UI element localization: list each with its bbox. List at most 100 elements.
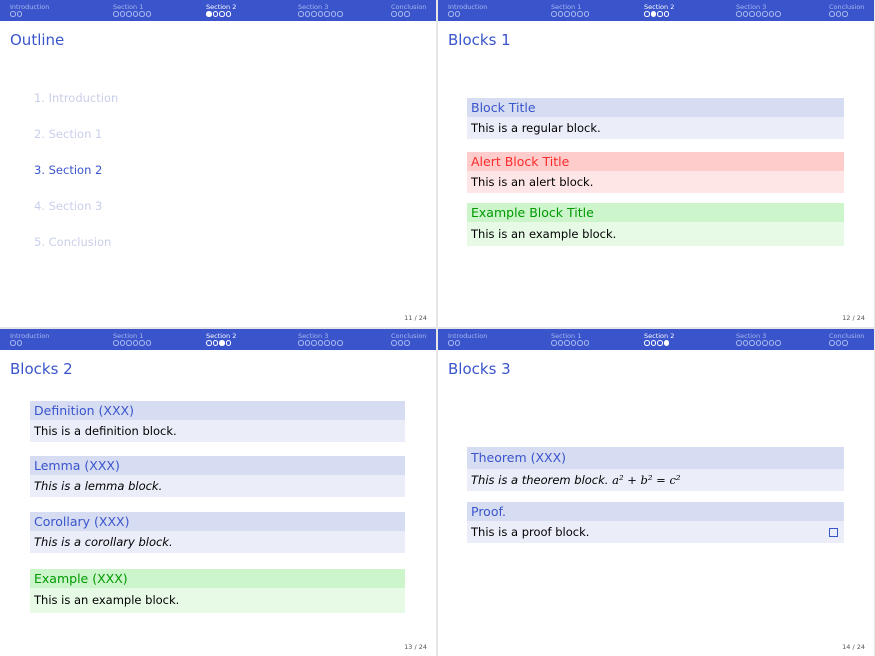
nav-frame-dot[interactable] [219,340,225,346]
nav-frame-dot[interactable] [324,11,330,17]
nav-section-section-3[interactable]: Section 3 [736,3,781,17]
outline-item[interactable]: 1. Introduction [34,91,118,127]
nav-frame-dot[interactable] [842,340,848,346]
nav-frame-dot[interactable] [16,11,22,17]
nav-frame-dot[interactable] [557,340,563,346]
nav-frame-dot[interactable] [113,340,119,346]
nav-section-section-3[interactable]: Section 3 [298,332,343,346]
nav-frame-dot[interactable] [829,340,835,346]
nav-section-introduction[interactable]: Introduction [448,332,487,346]
nav-section-conclusion[interactable]: Conclusion [391,3,426,17]
nav-frame-dot[interactable] [10,340,16,346]
nav-frame-dot[interactable] [126,340,132,346]
nav-frame-dot[interactable] [132,340,138,346]
nav-frame-dot[interactable] [113,11,119,17]
nav-frame-dot[interactable] [762,11,768,17]
nav-frame-dot[interactable] [551,340,557,346]
nav-frame-dot[interactable] [557,11,563,17]
nav-frame-dot[interactable] [650,11,656,17]
nav-frame-dot[interactable] [762,340,768,346]
nav-frame-dot[interactable] [317,11,323,17]
nav-section-section-1[interactable]: Section 1 [113,3,151,17]
nav-frame-dot[interactable] [551,11,557,17]
nav-frame-dot[interactable] [304,11,310,17]
nav-section-conclusion[interactable]: Conclusion [829,332,864,346]
nav-frame-dot[interactable] [583,340,589,346]
nav-frame-dot[interactable] [454,11,460,17]
nav-frame-dot[interactable] [742,11,748,17]
nav-frame-dot[interactable] [145,340,151,346]
nav-frame-dot[interactable] [775,11,781,17]
nav-frame-dot[interactable] [644,340,650,346]
outline-item[interactable]: 2. Section 1 [34,127,118,163]
nav-frame-dot[interactable] [132,11,138,17]
nav-frame-dot[interactable] [225,11,231,17]
nav-frame-dot[interactable] [749,11,755,17]
nav-frame-dot[interactable] [397,340,403,346]
nav-section-section-2[interactable]: Section 2 [206,332,236,346]
nav-frame-dot[interactable] [454,340,460,346]
nav-frame-dot[interactable] [650,340,656,346]
nav-section-section-2[interactable]: Section 2 [644,3,674,17]
nav-frame-dot[interactable] [448,340,454,346]
nav-frame-dot[interactable] [768,11,774,17]
nav-frame-dot[interactable] [829,11,835,17]
nav-frame-dot[interactable] [330,11,336,17]
nav-frame-dot[interactable] [644,11,650,17]
nav-frame-dot[interactable] [448,11,454,17]
nav-frame-dot[interactable] [206,11,212,17]
nav-frame-dot[interactable] [570,11,576,17]
nav-frame-dot[interactable] [337,11,343,17]
nav-frame-dot[interactable] [755,11,761,17]
nav-frame-dot[interactable] [206,340,212,346]
nav-frame-dot[interactable] [298,340,304,346]
nav-frame-dot[interactable] [119,340,125,346]
nav-section-section-1[interactable]: Section 1 [113,332,151,346]
nav-section-conclusion[interactable]: Conclusion [391,332,426,346]
nav-frame-dot[interactable] [304,340,310,346]
nav-frame-dot[interactable] [577,340,583,346]
nav-frame-dot[interactable] [145,11,151,17]
nav-frame-dot[interactable] [775,340,781,346]
nav-frame-dot[interactable] [663,11,669,17]
nav-frame-dot[interactable] [212,11,218,17]
nav-section-section-3[interactable]: Section 3 [298,3,343,17]
nav-frame-dot[interactable] [311,340,317,346]
nav-frame-dot[interactable] [404,340,410,346]
nav-frame-dot[interactable] [577,11,583,17]
nav-section-introduction[interactable]: Introduction [448,3,487,17]
nav-frame-dot[interactable] [749,340,755,346]
nav-frame-dot[interactable] [768,340,774,346]
nav-frame-dot[interactable] [337,340,343,346]
nav-frame-dot[interactable] [330,340,336,346]
nav-frame-dot[interactable] [564,11,570,17]
outline-item[interactable]: 5. Conclusion [34,235,118,271]
outline-item[interactable]: 4. Section 3 [34,199,118,235]
nav-frame-dot[interactable] [298,11,304,17]
nav-frame-dot[interactable] [842,11,848,17]
nav-frame-dot[interactable] [755,340,761,346]
nav-section-conclusion[interactable]: Conclusion [829,3,864,17]
nav-frame-dot[interactable] [317,340,323,346]
nav-section-section-3[interactable]: Section 3 [736,332,781,346]
nav-frame-dot[interactable] [324,340,330,346]
nav-frame-dot[interactable] [16,340,22,346]
nav-section-section-1[interactable]: Section 1 [551,332,589,346]
nav-section-section-1[interactable]: Section 1 [551,3,589,17]
nav-frame-dot[interactable] [736,340,742,346]
nav-frame-dot[interactable] [10,11,16,17]
nav-frame-dot[interactable] [126,11,132,17]
nav-frame-dot[interactable] [657,340,663,346]
nav-section-introduction[interactable]: Introduction [10,332,49,346]
nav-frame-dot[interactable] [391,11,397,17]
nav-frame-dot[interactable] [311,11,317,17]
nav-section-section-2[interactable]: Section 2 [206,3,236,17]
nav-frame-dot[interactable] [219,11,225,17]
nav-section-section-2[interactable]: Section 2 [644,332,674,346]
nav-frame-dot[interactable] [119,11,125,17]
nav-frame-dot[interactable] [835,340,841,346]
nav-frame-dot[interactable] [212,340,218,346]
nav-frame-dot[interactable] [139,11,145,17]
nav-frame-dot[interactable] [564,340,570,346]
nav-section-introduction[interactable]: Introduction [10,3,49,17]
